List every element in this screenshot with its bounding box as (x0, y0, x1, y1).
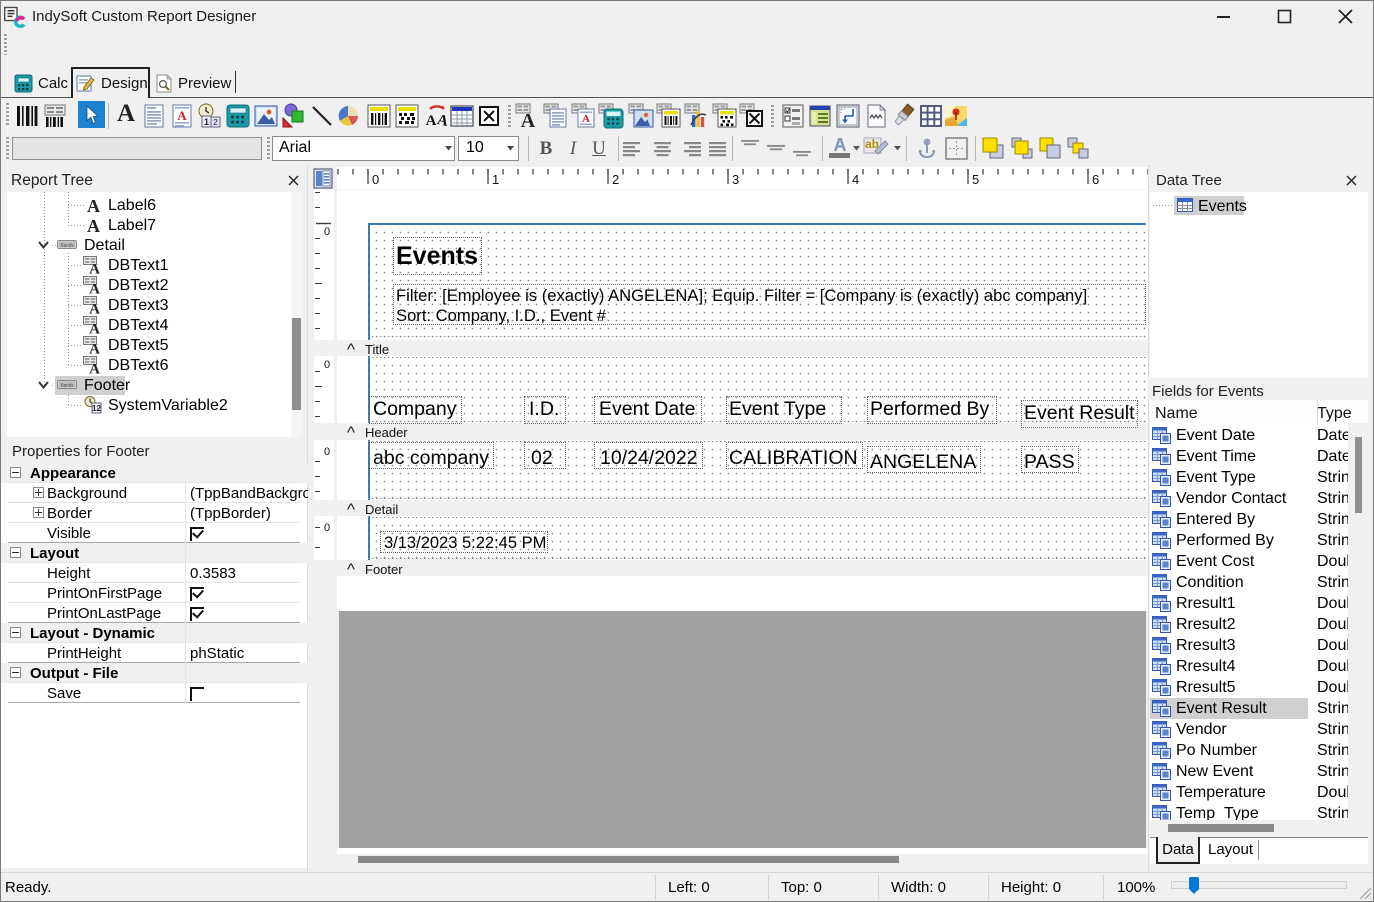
svg-text:2: 2 (213, 118, 218, 127)
svg-text:6: 6 (1092, 172, 1099, 187)
svg-text:A: A (89, 302, 100, 316)
svg-text:A: A (89, 362, 100, 376)
svg-text:4: 4 (852, 172, 859, 187)
svg-text:A: A (436, 112, 450, 129)
svg-text:2: 2 (612, 172, 619, 187)
svg-text:Bands: Bands (61, 243, 75, 248)
svg-text:A: A (89, 342, 100, 356)
svg-text:A: A (521, 110, 536, 129)
svg-text:1: 1 (204, 117, 209, 127)
svg-text:1: 1 (492, 172, 499, 187)
svg-text:A: A (87, 197, 100, 214)
svg-text:Bands: Bands (61, 383, 75, 388)
svg-text:0: 0 (324, 359, 330, 371)
svg-text:0: 0 (324, 522, 330, 534)
svg-text:5: 5 (972, 172, 979, 187)
svg-text:A: A (177, 108, 187, 123)
svg-text:A: A (89, 262, 100, 276)
svg-text:0: 0 (324, 226, 330, 238)
svg-text:A: A (87, 217, 100, 234)
svg-text:0: 0 (372, 172, 379, 187)
svg-text:A: A (89, 322, 100, 336)
svg-text:12: 12 (92, 404, 101, 413)
svg-text:0: 0 (324, 446, 330, 458)
svg-text:A: A (582, 113, 590, 125)
svg-text:A: A (89, 282, 100, 296)
svg-text:3: 3 (732, 172, 739, 187)
